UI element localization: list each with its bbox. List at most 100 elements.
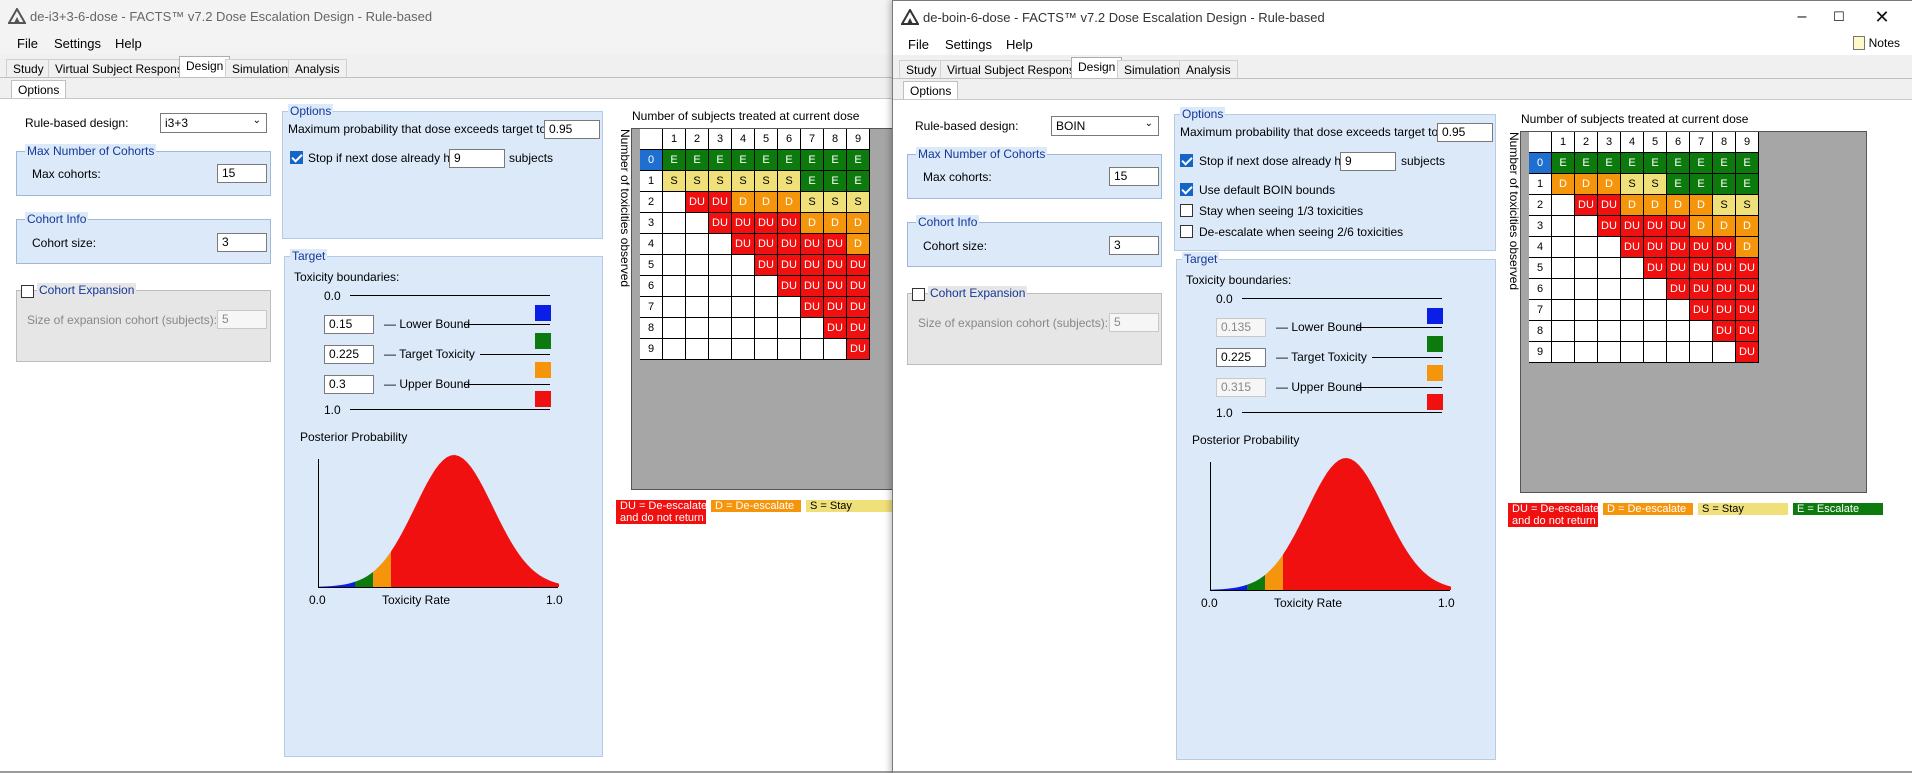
grid-title: Number of subjects treated at current do… bbox=[632, 109, 860, 123]
bound-one-label: 1.0 bbox=[324, 403, 341, 417]
grid-row-header: 5 bbox=[640, 255, 663, 276]
grid-row-header: 1 bbox=[1529, 174, 1552, 195]
grid-cell: D bbox=[1736, 237, 1759, 258]
max-cohorts-group-title: Max Number of Cohorts bbox=[916, 147, 1048, 161]
grid-cell: E bbox=[847, 171, 870, 192]
menu-settings[interactable]: Settings bbox=[945, 37, 992, 52]
grid-cell: DU bbox=[778, 255, 801, 276]
upper-bound-line bbox=[465, 384, 550, 385]
grid-cell bbox=[663, 213, 686, 234]
grid-cell: E bbox=[1644, 153, 1667, 174]
grid-cell bbox=[755, 318, 778, 339]
grid-col-header: 4 bbox=[1621, 132, 1644, 153]
grid-cell bbox=[709, 276, 732, 297]
stop-next-dose-checkbox[interactable] bbox=[290, 151, 303, 164]
grid-row-header: 0 bbox=[640, 150, 663, 171]
posterior-label: Posterior Probability bbox=[1192, 433, 1300, 447]
menu-help[interactable]: Help bbox=[1006, 37, 1033, 52]
grid-cell: E bbox=[1736, 153, 1759, 174]
tab-design[interactable]: Design bbox=[179, 56, 231, 78]
cohort-expansion-checkbox[interactable] bbox=[912, 288, 925, 301]
tab-virtual-subject-response[interactable]: Virtual Subject Response bbox=[940, 60, 1089, 79]
grid-cell: DU bbox=[824, 255, 847, 276]
menu-help[interactable]: Help bbox=[115, 36, 142, 51]
decision-grid: 1 2 3 4 5 6 7 8 9 0 E E E E E E E E E 1 D D D S S E E E E 2 DU DU D D D D S S… bbox=[1520, 131, 1867, 493]
grid-cell: D bbox=[1690, 216, 1713, 237]
grid-cell: D bbox=[1667, 195, 1690, 216]
subtab-options[interactable]: Options bbox=[903, 81, 959, 99]
cohort-info-group-title: Cohort Info bbox=[25, 212, 89, 226]
target-region bbox=[355, 455, 373, 587]
window-title: de-boin-6-dose - FACTS™ v7.2 Dose Escala… bbox=[923, 10, 1325, 25]
max-prob-input[interactable]: 0.95 bbox=[544, 120, 600, 139]
menu-settings[interactable]: Settings bbox=[54, 36, 101, 51]
grid-cell: E bbox=[1552, 153, 1575, 174]
lower-bound-input[interactable]: 0.15 bbox=[324, 315, 374, 334]
grid-cell: DU bbox=[847, 276, 870, 297]
grid-cell: DU bbox=[801, 255, 824, 276]
minimize-icon[interactable]: – bbox=[1782, 5, 1822, 31]
tab-analysis[interactable]: Analysis bbox=[288, 59, 347, 78]
grid-cell: DU bbox=[1575, 195, 1598, 216]
grid-cell bbox=[663, 255, 686, 276]
cohort-size-input[interactable]: 3 bbox=[1109, 236, 1159, 255]
grid-cell bbox=[686, 234, 709, 255]
maximize-icon[interactable]: ☐ bbox=[1819, 5, 1859, 31]
posterior-chart bbox=[319, 455, 559, 587]
grid-cell bbox=[801, 318, 824, 339]
lower-color-swatch bbox=[1427, 308, 1443, 324]
grid-cell: DU bbox=[1690, 258, 1713, 279]
grid-corner bbox=[640, 129, 663, 150]
cohort-size-input[interactable]: 3 bbox=[217, 233, 267, 252]
bound-one-label: 1.0 bbox=[1216, 406, 1233, 420]
tab-study[interactable]: Study bbox=[899, 60, 944, 79]
posterior-x-axis bbox=[318, 587, 558, 588]
menu-file[interactable]: File bbox=[908, 37, 929, 52]
stop-subjects-input[interactable]: 9 bbox=[1340, 152, 1396, 171]
grid-cell: D bbox=[847, 234, 870, 255]
grid-cell: DU bbox=[824, 297, 847, 318]
grid-row-header: 5 bbox=[1529, 258, 1552, 279]
grid-col-header: 4 bbox=[732, 129, 755, 150]
upper-bound-label: — Upper Bound bbox=[1276, 380, 1363, 394]
grid-cell: E bbox=[824, 150, 847, 171]
stop-subjects-input[interactable]: 9 bbox=[449, 149, 505, 168]
rule-design-select[interactable]: i3+3 ⌄ bbox=[160, 113, 267, 133]
upper-bound-input[interactable]: 0.3 bbox=[324, 375, 374, 394]
grid-cell: DU bbox=[732, 234, 755, 255]
lower-region bbox=[319, 455, 355, 587]
tab-study[interactable]: Study bbox=[6, 59, 51, 78]
max-cohorts-input[interactable]: 15 bbox=[217, 164, 267, 183]
deescalate-checkbox[interactable] bbox=[1180, 225, 1193, 238]
grid-cell: DU bbox=[847, 318, 870, 339]
tab-virtual-subject-response[interactable]: Virtual Subject Response bbox=[48, 59, 197, 78]
grid-col-header: 7 bbox=[801, 129, 824, 150]
grid-row-header: 7 bbox=[640, 297, 663, 318]
subtab-options[interactable]: Options bbox=[11, 80, 67, 98]
target-toxicity-input[interactable]: 0.225 bbox=[324, 345, 374, 364]
max-cohorts-input[interactable]: 15 bbox=[1109, 167, 1159, 186]
tab-simulation[interactable]: Simulation bbox=[225, 59, 296, 78]
tab-design[interactable]: Design bbox=[1071, 57, 1123, 79]
rule-design-select[interactable]: BOIN ⌄ bbox=[1051, 116, 1159, 136]
grid-cell bbox=[732, 297, 755, 318]
boin-bounds-checkbox[interactable] bbox=[1180, 183, 1193, 196]
posterior-chart bbox=[1211, 458, 1451, 590]
close-icon[interactable]: ✕ bbox=[1862, 5, 1902, 31]
grid-cell bbox=[801, 339, 824, 360]
grid-cell: D bbox=[1713, 216, 1736, 237]
tox-boundaries-label: Toxicity boundaries: bbox=[294, 270, 400, 284]
menu-file[interactable]: File bbox=[17, 36, 38, 51]
target-toxicity-input[interactable]: 0.225 bbox=[1216, 348, 1266, 367]
stop-next-dose-checkbox[interactable] bbox=[1180, 154, 1193, 167]
grid-cell: DU bbox=[1736, 300, 1759, 321]
cohort-expansion-checkbox[interactable] bbox=[21, 285, 34, 298]
stay-checkbox[interactable] bbox=[1180, 204, 1193, 217]
lower-region bbox=[1211, 458, 1247, 590]
max-prob-input[interactable]: 0.95 bbox=[1437, 123, 1493, 142]
tab-analysis[interactable]: Analysis bbox=[1179, 60, 1238, 79]
notes-button[interactable]: Notes bbox=[1852, 36, 1900, 50]
grid-cell: DU bbox=[847, 255, 870, 276]
tab-simulation[interactable]: Simulation bbox=[1117, 60, 1188, 79]
grid-cell: DU bbox=[824, 276, 847, 297]
